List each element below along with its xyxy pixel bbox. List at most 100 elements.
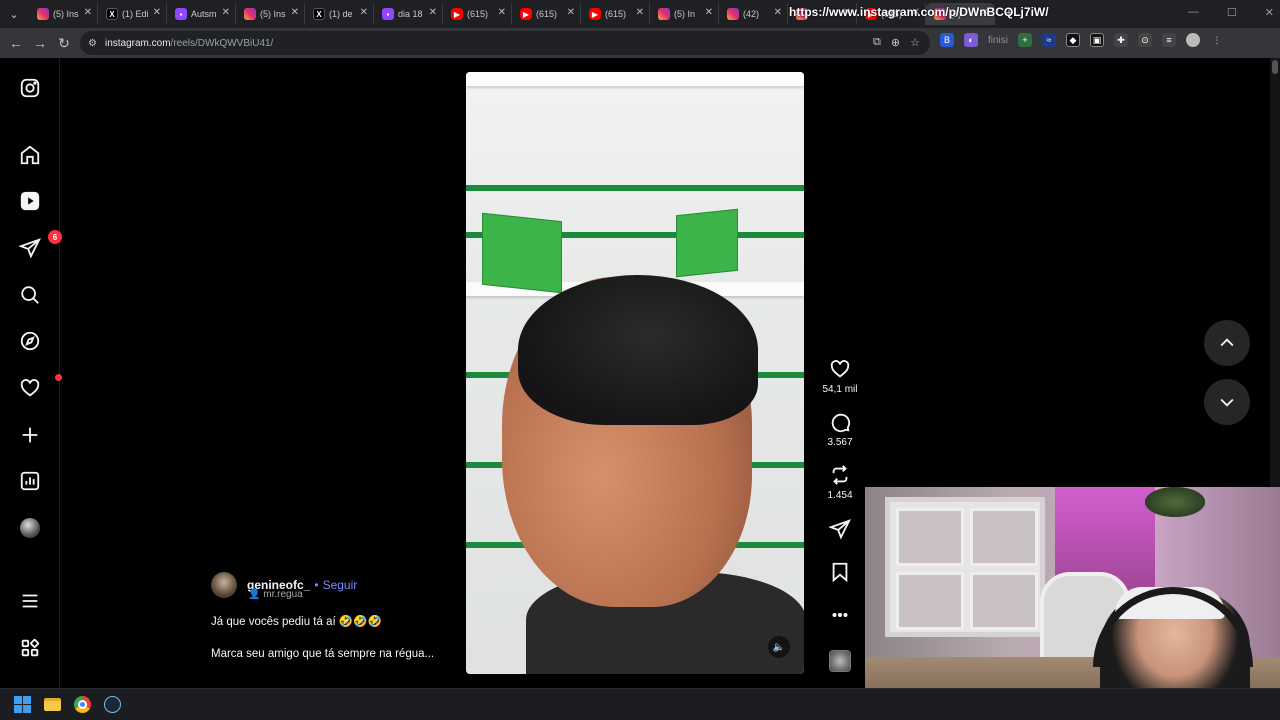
back-arrow-icon: ← bbox=[9, 35, 23, 51]
tab-title: (1) de bbox=[329, 9, 353, 19]
close-window-icon[interactable]: ✕ bbox=[1265, 6, 1274, 19]
audio-thumbnail[interactable] bbox=[820, 650, 860, 672]
reading-list-icon[interactable]: ≡ bbox=[1162, 33, 1177, 47]
minimize-icon[interactable]: — bbox=[1188, 6, 1199, 19]
instagram-logo-icon[interactable] bbox=[18, 76, 42, 100]
browser-menu-icon[interactable]: ⋮ bbox=[1210, 33, 1224, 47]
close-tab-icon[interactable]: ✕ bbox=[498, 7, 506, 18]
folder-icon bbox=[43, 698, 61, 711]
follow-button[interactable]: Seguir bbox=[323, 578, 358, 592]
bookmark-icon bbox=[832, 562, 848, 583]
author-avatar[interactable] bbox=[211, 572, 237, 598]
forward-button[interactable]: → bbox=[28, 31, 52, 55]
twitch-favicon-icon: ▪ bbox=[175, 8, 187, 20]
share-button[interactable] bbox=[820, 518, 860, 540]
save-button[interactable] bbox=[820, 561, 860, 583]
more-options-button[interactable] bbox=[820, 604, 860, 626]
menu-icon[interactable] bbox=[18, 589, 42, 613]
reload-button[interactable]: ↻ bbox=[52, 31, 76, 55]
address-bar[interactable]: ⚙ instagram.com/reels/DWkQWVBiU41/ ⧉ ⊕ ☆ bbox=[80, 31, 930, 55]
site-info-icon[interactable]: ⚙ bbox=[88, 38, 97, 49]
notifications-heart-icon[interactable] bbox=[18, 374, 62, 400]
bookmark-star-icon[interactable]: ☆ bbox=[910, 36, 920, 49]
extension-icon[interactable]: ≈ bbox=[1042, 33, 1057, 47]
browser-tab[interactable]: ▪ dia 18 ✕ bbox=[374, 3, 443, 25]
url-path: /reels/DWkQWVBiU41/ bbox=[170, 37, 274, 49]
install-app-icon[interactable]: ⧉ bbox=[873, 36, 881, 49]
direct-messages-icon[interactable]: 6 bbox=[18, 230, 62, 260]
extensions-puzzle-icon[interactable]: ✚ bbox=[1114, 33, 1129, 47]
explore-icon[interactable] bbox=[18, 329, 42, 353]
close-tab-icon[interactable]: ✕ bbox=[222, 7, 230, 18]
like-button[interactable]: 54,1 mil bbox=[820, 358, 860, 395]
audio-cover-image bbox=[829, 650, 851, 672]
maximize-icon[interactable]: ☐ bbox=[1227, 6, 1237, 19]
create-plus-icon[interactable] bbox=[18, 423, 42, 447]
steam-taskbar-button[interactable] bbox=[102, 695, 122, 715]
close-tab-icon[interactable]: ✕ bbox=[705, 7, 713, 18]
reel-video[interactable]: 🔈 bbox=[466, 72, 804, 674]
dashboard-icon[interactable] bbox=[18, 469, 42, 493]
x-favicon-icon: X bbox=[106, 8, 118, 20]
home-icon[interactable] bbox=[18, 143, 42, 167]
browser-tab[interactable]: (5) Ins ✕ bbox=[29, 3, 98, 25]
browser-tab[interactable]: ▶ (615) ✕ bbox=[512, 3, 581, 25]
tab-search-button[interactable]: ⌄ bbox=[3, 3, 25, 25]
close-tab-icon[interactable]: ✕ bbox=[636, 7, 644, 18]
tab-title: Autsm bbox=[191, 9, 217, 19]
extension-icon[interactable]: B bbox=[940, 33, 954, 47]
browser-tab[interactable]: ▶ (615) ✕ bbox=[443, 3, 512, 25]
browser-tab[interactable]: ▪ Autsm ✕ bbox=[167, 3, 236, 25]
instagram-favicon-icon bbox=[37, 8, 49, 20]
browser-tab[interactable]: X (1) Edi ✕ bbox=[98, 3, 167, 25]
translate-icon[interactable]: ⊕ bbox=[891, 36, 900, 49]
back-button[interactable]: ← bbox=[4, 31, 28, 55]
tab-title: (5) Ins bbox=[260, 9, 286, 19]
next-reel-button[interactable] bbox=[1204, 379, 1250, 425]
shelf-board bbox=[466, 72, 804, 86]
browser-tab[interactable]: (42) ✕ bbox=[719, 3, 788, 25]
close-tab-icon[interactable]: ✕ bbox=[567, 7, 575, 18]
search-icon[interactable] bbox=[18, 283, 42, 307]
previous-reel-button[interactable] bbox=[1204, 320, 1250, 366]
tab-title: (615) bbox=[467, 9, 489, 19]
repost-button[interactable]: 1.454 bbox=[820, 464, 860, 501]
sidebar-nav: 6 bbox=[0, 58, 62, 688]
video-hair bbox=[518, 275, 758, 425]
browser-tab[interactable]: (5) In ✕ bbox=[650, 3, 719, 25]
close-tab-icon[interactable]: ✕ bbox=[360, 7, 368, 18]
twitch-favicon-icon: ▪ bbox=[382, 8, 394, 20]
heart-icon bbox=[830, 360, 850, 378]
caption-more-text[interactable]: Marca seu amigo que tá sempre na régua..… bbox=[211, 648, 451, 660]
tab-title: (615) bbox=[605, 9, 627, 19]
close-tab-icon[interactable]: ✕ bbox=[84, 7, 92, 18]
also-from-meta-icon[interactable] bbox=[18, 636, 42, 660]
window-pane bbox=[970, 508, 1038, 566]
extension-icon[interactable]: ▣ bbox=[1090, 33, 1105, 47]
browser-tab[interactable]: X (1) de ✕ bbox=[305, 3, 374, 25]
scrollbar-thumb[interactable] bbox=[1272, 60, 1278, 74]
browser-tab[interactable]: (5) Ins ✕ bbox=[236, 3, 305, 25]
chrome-taskbar-button[interactable] bbox=[72, 695, 92, 715]
mute-toggle-button[interactable]: 🔈 bbox=[768, 636, 790, 658]
browser-tab[interactable]: ▶ (615) ✕ bbox=[581, 3, 650, 25]
webcam-plant bbox=[1145, 487, 1205, 517]
comment-button[interactable]: 3.567 bbox=[820, 411, 860, 448]
window-pane bbox=[970, 572, 1038, 630]
close-tab-icon[interactable]: ✕ bbox=[774, 7, 782, 18]
media-control-icon[interactable]: ⊙ bbox=[1138, 33, 1153, 47]
collaborator-name: mr.regua bbox=[263, 589, 303, 600]
file-explorer-button[interactable] bbox=[42, 695, 62, 715]
like-count: 54,1 mil bbox=[822, 384, 858, 395]
extension-icon[interactable]: + bbox=[1018, 33, 1033, 47]
close-tab-icon[interactable]: ✕ bbox=[429, 7, 437, 18]
start-button[interactable] bbox=[12, 695, 32, 715]
close-tab-icon[interactable]: ✕ bbox=[291, 7, 299, 18]
close-tab-icon[interactable]: ✕ bbox=[153, 7, 161, 18]
profile-avatar[interactable] bbox=[18, 516, 42, 540]
extension-icon[interactable]: ◆ bbox=[1066, 33, 1081, 47]
extension-icon[interactable]: ◐ bbox=[964, 33, 978, 47]
reels-icon[interactable] bbox=[18, 189, 42, 213]
profile-avatar-icon[interactable] bbox=[1186, 33, 1201, 47]
product-box bbox=[482, 212, 562, 294]
